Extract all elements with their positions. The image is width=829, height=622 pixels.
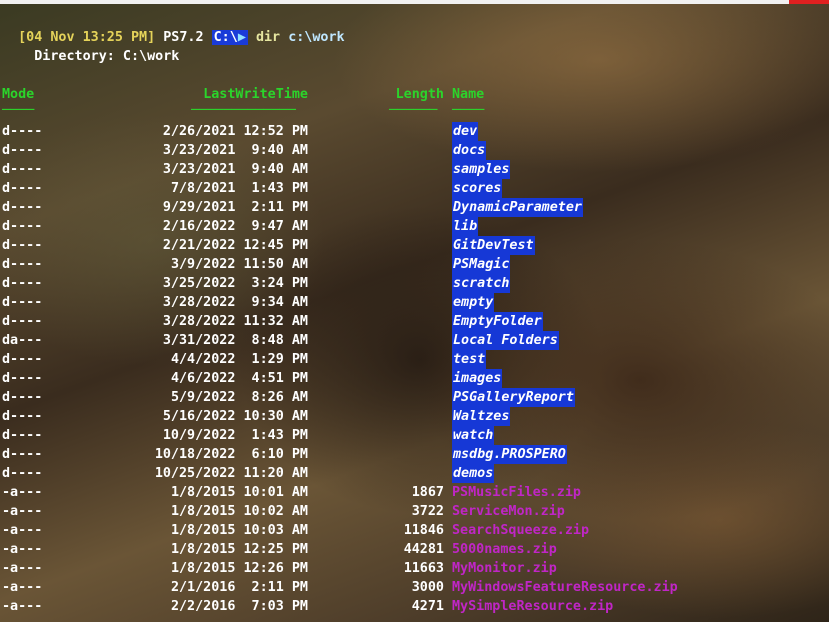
row-lastwritetime: 5/9/2022 8:26 AM [170,390,308,405]
row-lastwritetime: 3/28/2022 11:32 AM [162,314,308,329]
header-underlines: ──── ───────────── ────── ──── [2,101,822,120]
row-lastwritetime: 3/31/2022 8:48 AM [162,333,308,348]
row-length: 11846 [403,523,444,538]
folder-name[interactable]: msdbg.PROSPERO [452,445,567,464]
row-lastwritetime: 3/23/2021 9:40 AM [162,162,308,177]
folder-name[interactable]: empty [452,293,495,312]
folder-name[interactable]: samples [452,160,511,179]
table-row: d---- 9/29/2021 2:11 PM DynamicParameter [2,198,822,217]
row-lastwritetime: 4/4/2022 1:29 PM [170,352,308,367]
folder-name[interactable]: EmptyFolder [452,312,543,331]
folder-name[interactable]: scores [452,179,503,198]
table-row: d---- 2/16/2022 9:47 AM lib [2,217,822,236]
prompt-ps-version: PS7.2 [163,30,204,45]
table-row: d---- 10/9/2022 1:43 PM watch [2,426,822,445]
underline-mode: ──── [2,103,35,118]
row-lastwritetime: 10/25/2022 11:20 AM [154,466,308,481]
folder-name[interactable]: lib [452,217,479,236]
table-row: d---- 3/28/2022 9:34 AM empty [2,293,822,312]
table-row: d---- 3/28/2022 11:32 AM EmptyFolder [2,312,822,331]
command-argument[interactable]: c:\work [288,30,344,45]
table-row: d---- 10/25/2022 11:20 AM demos [2,464,822,483]
row-length: 3000 [411,580,444,595]
folder-name[interactable]: demos [452,464,495,483]
folder-name[interactable]: GitDevTest [452,236,535,255]
table-row: d---- 4/4/2022 1:29 PM test [2,350,822,369]
row-lastwritetime: 3/28/2022 9:34 AM [162,295,308,310]
row-lastwritetime: 7/8/2021 1:43 PM [170,181,308,196]
file-name[interactable]: MyMonitor.zip [452,559,557,578]
window-accent [789,0,829,4]
row-lastwritetime: 3/9/2022 11:50 AM [170,257,308,272]
folder-name[interactable]: scratch [452,274,511,293]
row-lastwritetime: 3/23/2021 9:40 AM [162,143,308,158]
table-row: d---- 2/21/2022 12:45 PM GitDevTest [2,236,822,255]
command-text[interactable]: dir [256,30,280,45]
folder-name[interactable]: test [452,350,487,369]
row-lastwritetime: 10/18/2022 6:10 PM [154,447,308,462]
folder-name[interactable]: PSMagic [452,255,511,274]
row-lastwritetime: 2/26/2021 12:52 PM [162,124,308,139]
folder-name[interactable]: Waltzes [452,407,511,426]
underline-length: ────── [389,103,438,118]
folder-name[interactable]: watch [452,426,495,445]
window-top-border [0,0,829,4]
folder-name[interactable]: docs [452,141,487,160]
prompt-path-text: C:\ [213,30,238,45]
folder-name[interactable]: DynamicParameter [452,198,583,217]
table-row: d---- 5/9/2022 8:26 AM PSGalleryReport [2,388,822,407]
file-name[interactable]: ServiceMon.zip [452,502,565,521]
table-row: da--- 3/31/2022 8:48 AM Local Folders [2,331,822,350]
folder-name[interactable]: PSGalleryReport [452,388,575,407]
row-length: 4271 [411,599,444,614]
row-lastwritetime: 3/25/2022 3:24 PM [162,276,308,291]
file-name[interactable]: 5000names.zip [452,540,557,559]
row-length: 11663 [403,561,444,576]
table-row: -a--- 1/8/2015 12:26 PM 11663 MyMonitor.zip [2,559,822,578]
folder-name[interactable]: Local Folders [452,331,559,350]
row-length: 1867 [411,485,444,500]
file-name[interactable]: SearchSqueeze.zip [452,521,589,540]
underline-name: ──── [452,103,485,118]
row-lastwritetime: 10/9/2022 1:43 PM [162,428,308,443]
row-lastwritetime: 4/6/2022 4:51 PM [170,371,308,386]
row-lastwritetime: 2/16/2022 9:47 AM [162,219,308,234]
file-name[interactable]: PSMusicFiles.zip [452,483,581,502]
underline-lastwritetime: ───────────── [191,103,296,118]
table-row: -a--- 1/8/2015 10:03 AM 11846 SearchSqueeze… [2,521,822,540]
row-lastwritetime: 5/16/2022 10:30 AM [162,409,308,424]
table-row: d---- 3/23/2021 9:40 AM docs [2,141,822,160]
table-row: d---- 4/6/2022 4:51 PM images [2,369,822,388]
directory-label: Directory: C:\work [2,49,180,64]
table-row: d---- 3/9/2022 11:50 AM PSMagic [2,255,822,274]
table-row: -a--- 2/2/2016 7:03 PM 4271 MySimpleResourc… [2,597,822,616]
table-row: d---- 3/25/2022 3:24 PM scratch [2,274,822,293]
file-name[interactable]: MySimpleResource.zip [452,597,613,616]
prompt-line: [04 Nov 13:25 PM] PS7.2 C:\▶ dir c:\work [2,9,345,45]
prompt-path: C:\▶ [211,30,248,45]
table-row: -a--- 1/8/2015 12:25 PM 44281 5000names.zip [2,540,822,559]
table-row: d---- 7/8/2021 1:43 PM scores [2,179,822,198]
folder-name[interactable]: images [452,369,503,388]
table-row: d---- 5/16/2022 10:30 AM Waltzes [2,407,822,426]
table-row: d---- 10/18/2022 6:10 PM msdbg.PROSPERO [2,445,822,464]
row-length: 3722 [411,504,444,519]
table-row: -a--- 1/8/2015 10:02 AM 3722 ServiceMon.zip [2,502,822,521]
folder-name[interactable]: dev [452,122,479,141]
table-row: d---- 2/26/2021 12:52 PM dev [2,122,822,141]
row-length: 44281 [403,542,444,557]
file-name[interactable]: MyWindowsFeatureResource.zip [452,578,678,597]
prompt-timestamp: [04 Nov 13:25 PM] [18,30,156,45]
row-lastwritetime: 2/21/2022 12:45 PM [162,238,308,253]
table-row: -a--- 1/8/2015 10:01 AM 1867 PSMusicFiles.z… [2,483,822,502]
table-row: -a--- 2/1/2016 2:11 PM 3000 MyWindowsFeatur… [2,578,822,597]
prompt-arrow-icon: ▶ [237,30,246,45]
table-row: d---- 3/23/2021 9:40 AM samples [2,160,822,179]
row-lastwritetime: 9/29/2021 2:11 PM [162,200,308,215]
